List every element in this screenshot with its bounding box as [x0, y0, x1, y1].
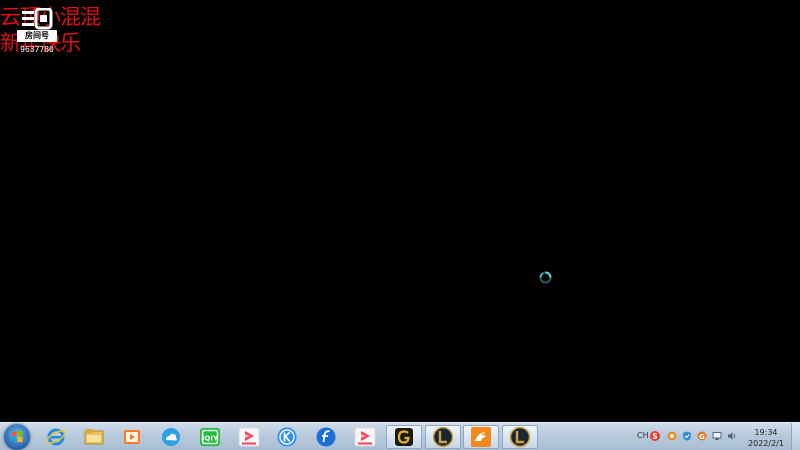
weather-cloud-icon [162, 428, 180, 446]
start-button[interactable] [4, 424, 30, 450]
desktop-screen: 云顶小混混 新年快乐 房间号 9637780 iQIY CH S G 19:34… [0, 0, 800, 450]
taskbar-tencent-video[interactable] [231, 425, 267, 449]
show-desktop-button[interactable] [791, 423, 800, 450]
taskbar-bird-app[interactable] [463, 425, 499, 449]
douyu-fish-icon [22, 8, 53, 30]
file-explorer-icon [84, 429, 104, 445]
league-client-icon [432, 426, 454, 448]
taskbar-weather[interactable] [153, 425, 189, 449]
douyu-logo: 房间号 9637780 [17, 4, 57, 54]
internet-explorer-icon [46, 428, 66, 446]
tray-app-icon[interactable] [667, 431, 677, 441]
tencent-video-icon [238, 427, 260, 447]
room-id: 9637780 [20, 45, 54, 54]
network-icon[interactable] [712, 431, 722, 441]
loading-spinner-icon [539, 271, 552, 284]
room-label: 房间号 [25, 31, 49, 40]
taskbar-clock[interactable]: 19:34 2022/2/1 [744, 427, 788, 449]
windows-orb-icon [12, 430, 23, 443]
svg-text:G: G [699, 433, 705, 441]
svg-text:S: S [652, 432, 657, 441]
tray-language[interactable]: CH [637, 431, 649, 440]
clock-time: 19:34 [754, 428, 778, 437]
tray-g-icon[interactable]: G [697, 431, 707, 441]
taskbar-internet-explorer[interactable] [38, 425, 74, 449]
taskbar-file-explorer[interactable] [76, 425, 112, 449]
taskbar-kugou[interactable] [269, 425, 305, 449]
taskbar-media-player[interactable] [114, 425, 150, 449]
league-game-icon [509, 426, 531, 448]
sogou-input-icon[interactable]: S [650, 431, 660, 441]
taskbar-flash[interactable] [308, 425, 344, 449]
clock-date: 2022/2/1 [748, 439, 784, 448]
flash-icon [316, 427, 336, 447]
taskbar-tencent-video-2[interactable] [347, 425, 383, 449]
taskbar-league-client[interactable] [425, 425, 461, 449]
g-app-icon [395, 428, 413, 446]
kugou-icon [277, 427, 297, 447]
bird-app-icon [471, 427, 491, 447]
volume-icon[interactable] [727, 431, 737, 441]
taskbar-iqiyi[interactable]: iQIY [192, 425, 228, 449]
taskbar-league-game[interactable] [502, 425, 538, 449]
media-player-icon [124, 430, 140, 444]
security-shield-icon[interactable] [682, 431, 692, 441]
tencent-video-2-icon [354, 427, 376, 447]
taskbar: iQIY CH S G 19:34 2022/2/1 [0, 422, 800, 450]
iqiyi-icon: iQIY [200, 428, 220, 446]
svg-text:iQIY: iQIY [202, 435, 219, 443]
taskbar-g-app[interactable] [386, 425, 422, 449]
